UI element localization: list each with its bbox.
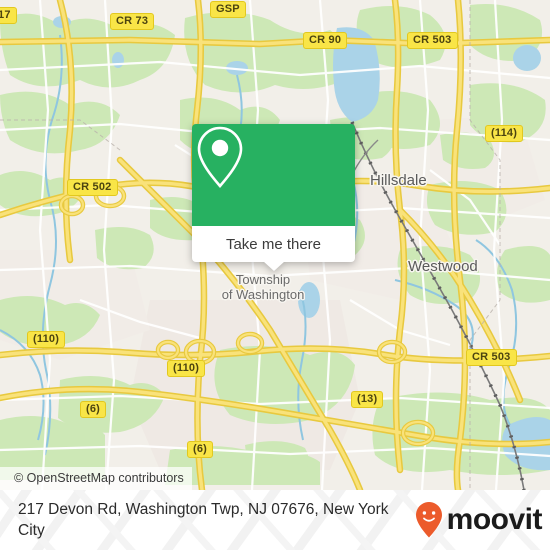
moovit-smiley-pin-icon xyxy=(415,502,442,538)
road-shield-13: (13) xyxy=(351,391,384,408)
map-label-township-of-washington: Township of Washington xyxy=(208,272,318,302)
road-shield-110-east: (110) xyxy=(167,360,206,377)
popup-card-tail xyxy=(262,261,285,271)
road-shield-cr-90: CR 90 xyxy=(303,32,348,49)
osm-attribution[interactable]: © OpenStreetMap contributors xyxy=(0,467,192,490)
township-line-2: of Washington xyxy=(221,287,305,302)
township-line-1: Township xyxy=(235,272,291,287)
road-shield-cr-502: CR 502 xyxy=(67,179,118,196)
moovit-wordmark: moovit xyxy=(446,503,543,536)
map-canvas[interactable]: Hillsdale Westwood Township of Washingto… xyxy=(0,0,550,490)
map-label-westwood: Westwood xyxy=(408,258,478,275)
map-label-hillsdale: Hillsdale xyxy=(370,172,427,189)
road-shield-gsp: GSP xyxy=(210,1,246,18)
road-shield-114: (114) xyxy=(485,125,524,142)
road-shield-17: 17 xyxy=(0,7,17,24)
take-me-there-label: Take me there xyxy=(225,235,322,253)
popup-card-header xyxy=(192,124,355,226)
road-shield-6-west: (6) xyxy=(80,401,107,418)
road-shield-cr-73: CR 73 xyxy=(110,13,155,30)
moovit-logo[interactable]: moovit xyxy=(414,501,543,539)
road-shield-110-west: (110) xyxy=(27,331,66,348)
road-shield-cr-503-south: CR 503 xyxy=(466,349,517,366)
map-pin-icon xyxy=(197,126,243,188)
footer-bar: 217 Devon Rd, Washington Twp, NJ 07676, … xyxy=(0,490,550,550)
road-shield-cr-503-north: CR 503 xyxy=(407,32,458,49)
destination-popup-card[interactable]: Take me there xyxy=(192,124,355,271)
address-text: 217 Devon Rd, Washington Twp, NJ 07676, … xyxy=(18,501,389,539)
take-me-there-button[interactable]: Take me there xyxy=(192,226,355,271)
footer-content: 217 Devon Rd, Washington Twp, NJ 07676, … xyxy=(0,490,550,550)
screenshot-root: Hillsdale Westwood Township of Washingto… xyxy=(0,0,550,550)
road-shield-6-south: (6) xyxy=(187,441,214,458)
